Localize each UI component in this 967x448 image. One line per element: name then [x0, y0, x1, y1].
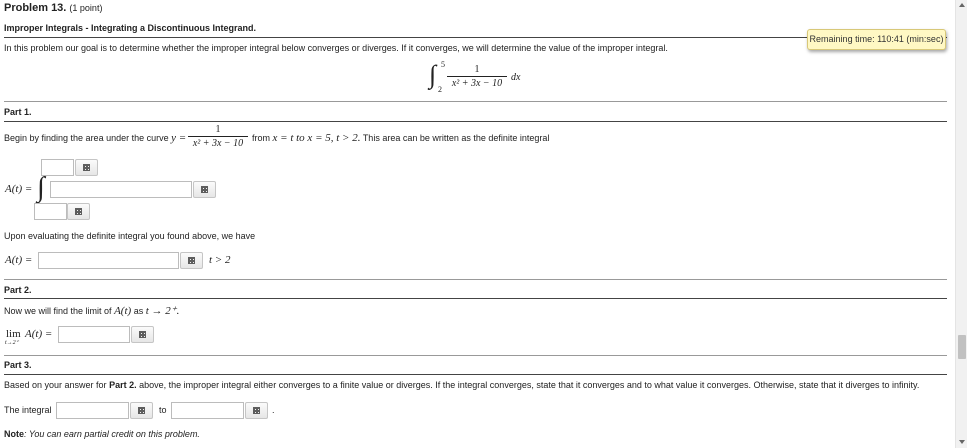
divider	[4, 37, 947, 38]
value-input[interactable]	[171, 402, 244, 419]
part1-condition: t > 2	[209, 254, 231, 266]
main-integral: ∫ 5 2 1 x² + 3x − 10 dx	[425, 60, 535, 96]
scrollbar-thumb[interactable]	[958, 335, 966, 359]
remaining-time-badge: Remaining time: 110:41 (min:sec)	[807, 29, 946, 50]
vertical-scrollbar[interactable]	[955, 0, 967, 448]
part3-bold-ref: Part 2.	[109, 380, 137, 390]
divider	[4, 355, 947, 356]
value-math-button[interactable]	[245, 402, 268, 419]
part1-denominator: x² + 3x − 10	[192, 138, 244, 149]
part2-title: Part 2.	[4, 285, 32, 295]
note-text: : You can earn partial credit on this pr…	[24, 429, 200, 439]
upper-limit-math-button[interactable]	[75, 159, 98, 176]
grid-icon	[253, 407, 260, 414]
divider	[4, 101, 947, 102]
grid-icon	[188, 257, 195, 264]
lower-limit-input[interactable]	[34, 203, 67, 220]
scroll-up-icon[interactable]	[959, 3, 965, 7]
integral-sign: ∫	[37, 172, 45, 203]
part1-lhs: A(t) =	[5, 183, 33, 195]
grid-icon	[139, 331, 146, 338]
grid-icon	[201, 186, 208, 193]
antiderivative-input[interactable]	[38, 252, 179, 269]
part3-text-b: above, the improper integral either conv…	[139, 380, 920, 390]
divider	[4, 279, 947, 280]
grid-icon	[138, 407, 145, 414]
part1-numerator: 1	[215, 124, 221, 135]
upper-limit-input[interactable]	[41, 159, 74, 176]
integral-denominator: x² + 3x − 10	[451, 78, 503, 89]
divider	[4, 374, 947, 375]
problem-heading: Improper Integrals - Integrating a Disco…	[4, 23, 257, 33]
integrand-input[interactable]	[50, 181, 192, 198]
part3-period: .	[272, 405, 275, 415]
integral-upper-limit: 5	[441, 60, 445, 69]
part1-range: x = t to x = 5, t > 2.	[272, 132, 361, 144]
part2-as: as	[133, 306, 144, 316]
part2-text: Now we will find the limit of	[4, 306, 112, 316]
part3-sentence: Based on your answer for Part 2. above, …	[4, 380, 919, 390]
part3-to: to	[159, 405, 167, 415]
convergence-input[interactable]	[56, 402, 129, 419]
part1-fraction: 1 x² + 3x − 10	[188, 124, 248, 150]
grid-icon	[75, 208, 82, 215]
part1-text-a: Begin by finding the area under the curv…	[4, 133, 169, 143]
integral-numerator: 1	[474, 64, 480, 75]
part3-label: The integral	[4, 405, 52, 415]
part3-text-a: Based on your answer for	[4, 380, 107, 390]
limit-math-button[interactable]	[131, 326, 154, 343]
part1-text-c: This area can be written as the definite…	[362, 133, 550, 143]
note: Note: You can earn partial credit on thi…	[4, 429, 200, 439]
problem-header: Problem 13. (1 point)	[4, 2, 102, 14]
divider	[4, 121, 947, 122]
antiderivative-math-button[interactable]	[180, 252, 203, 269]
integral-dx: dx	[511, 72, 521, 83]
problem-points: (1 point)	[69, 3, 103, 13]
part1-sentence-rest: from x = t to x = 5, t > 2. This area ca…	[252, 132, 549, 144]
integrand-math-button[interactable]	[193, 181, 216, 198]
part2-limit: t → 2⁺.	[145, 305, 180, 317]
lim-expr: A(t) =	[25, 328, 53, 340]
part1-title: Part 1.	[4, 107, 32, 117]
problem-title: Problem 13.	[4, 2, 67, 14]
scroll-down-icon[interactable]	[959, 440, 965, 444]
integral-lower-limit: 2	[438, 85, 442, 94]
part1-eval-text: Upon evaluating the definite integral yo…	[4, 231, 256, 241]
part2-expr: A(t)	[114, 305, 132, 317]
divider	[4, 298, 947, 299]
grid-icon	[83, 164, 90, 171]
convergence-math-button[interactable]	[130, 402, 153, 419]
lower-limit-math-button[interactable]	[67, 203, 90, 220]
limit-input[interactable]	[58, 326, 130, 343]
integral-sign: ∫	[429, 60, 437, 89]
note-label: Note	[4, 429, 24, 439]
part1-text-b: from	[252, 133, 270, 143]
lim-subscript: t→2⁺	[5, 340, 19, 346]
part1-lhs2: A(t) =	[5, 254, 33, 266]
part1-sentence: Begin by finding the area under the curv…	[4, 132, 186, 144]
part1-y-eq: y =	[171, 132, 187, 144]
problem-intro: In this problem our goal is to determine…	[4, 43, 668, 53]
part3-title: Part 3.	[4, 360, 32, 370]
part2-sentence: Now we will find the limit of A(t) as t …	[4, 304, 179, 317]
